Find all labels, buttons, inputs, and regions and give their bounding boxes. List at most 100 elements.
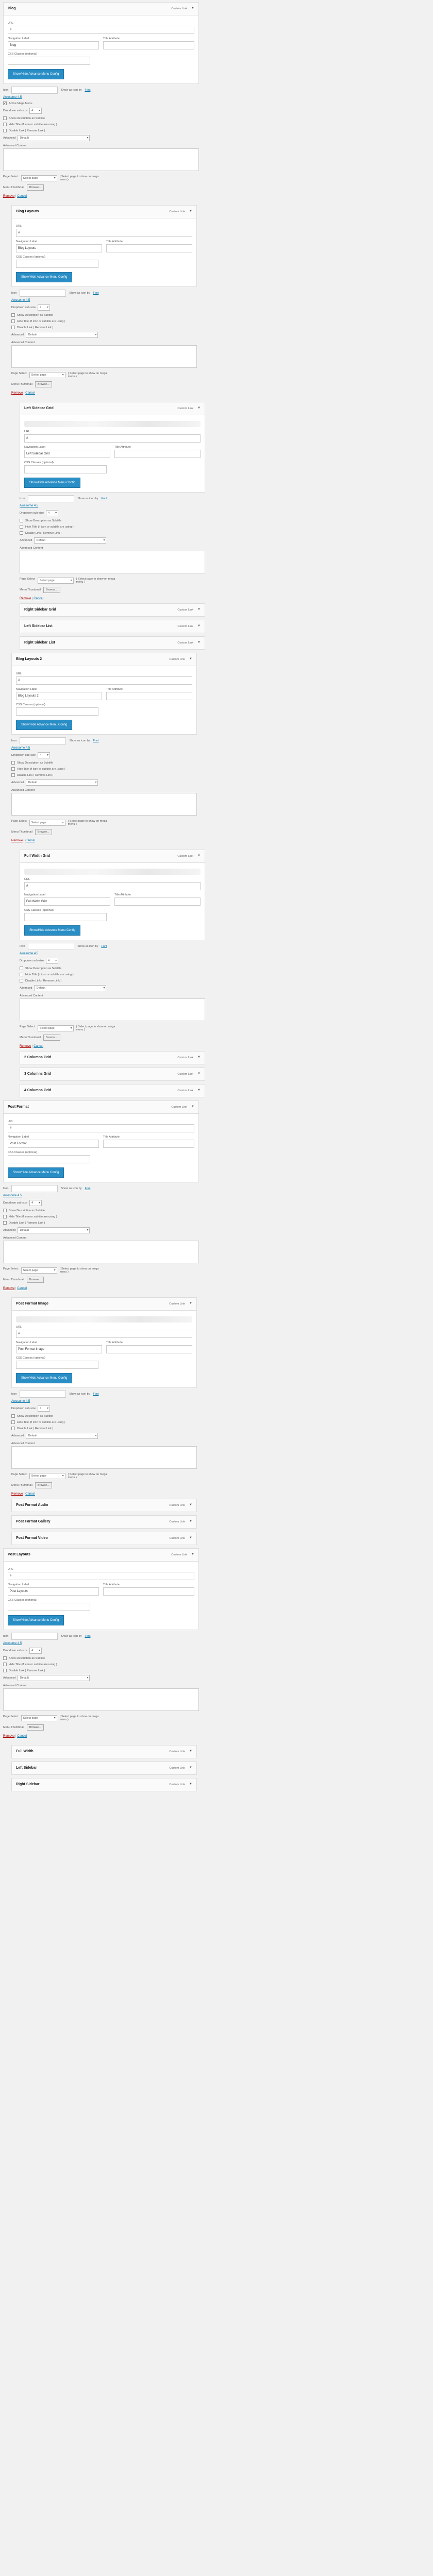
menu-item-handle[interactable]: Post Layouts Custom Link ▼	[3, 1548, 199, 1562]
url-input[interactable]: #	[16, 1330, 192, 1338]
advanced-select[interactable]: Default	[18, 1227, 90, 1233]
toggle-arrow-icon[interactable]: ▼	[189, 1536, 192, 1539]
awesome-link[interactable]: Awesome 4.5	[3, 1194, 199, 1197]
page-select-dropdown[interactable]: Select page	[37, 578, 74, 584]
show-advance-button[interactable]: Show/Hide Advance Menu Config	[24, 478, 81, 488]
title-attr-input[interactable]	[114, 897, 201, 906]
icon-input[interactable]	[28, 495, 75, 502]
show-desc-checkbox[interactable]: Show Description as Subtitle	[3, 1209, 199, 1212]
show-advance-button[interactable]: Show/Hide Advance Menu Config	[8, 1167, 64, 1178]
icon-input[interactable]	[20, 737, 66, 744]
cancel-link[interactable]: Cancel	[34, 1045, 43, 1048]
hide-title-checkbox[interactable]: Hide Title (if icon or subtitle are usin…	[11, 1420, 197, 1424]
css-classes-input[interactable]	[24, 465, 107, 473]
menu-item-handle[interactable]: 4 Columns Grid Custom Link ▼	[20, 1084, 205, 1097]
hide-title-checkbox[interactable]: Hide Title (if icon or subtitle are usin…	[20, 973, 205, 976]
icon-input[interactable]	[28, 943, 75, 950]
url-input[interactable]: #	[16, 229, 192, 237]
disable-link-checkbox[interactable]: Disable Link ( Remove Link )	[3, 1221, 199, 1225]
dropdown-sub-select[interactable]: 4	[46, 958, 59, 964]
dropdown-sub-select[interactable]: 4	[38, 752, 51, 758]
awesome-link[interactable]: Awesome 4.5	[3, 96, 199, 99]
remove-link[interactable]: Remove	[20, 597, 31, 600]
cancel-link[interactable]: Cancel	[17, 1735, 27, 1738]
cancel-link[interactable]: Cancel	[17, 195, 27, 198]
toggle-arrow-icon[interactable]: ▼	[189, 1783, 192, 1786]
advanced-content-textarea[interactable]	[11, 345, 197, 368]
font-link[interactable]: Font	[85, 1635, 90, 1638]
nav-label-input[interactable]: Post Layouts	[8, 1587, 99, 1596]
hide-title-checkbox[interactable]: Hide Title (if icon or subtitle are usin…	[3, 123, 199, 126]
nav-label-input[interactable]: Post Format	[8, 1140, 99, 1148]
active-mega-checkbox[interactable]: ✓ Active Mega Menu	[3, 101, 199, 105]
url-input[interactable]: #	[24, 434, 201, 443]
advanced-content-textarea[interactable]	[11, 1446, 197, 1469]
advanced-content-textarea[interactable]	[3, 148, 199, 171]
dropdown-sub-select[interactable]: 4	[38, 304, 51, 311]
awesome-link[interactable]: Awesome 4.5	[20, 504, 205, 507]
browse-button[interactable]: Browse...	[26, 184, 44, 191]
title-attr-input[interactable]	[103, 41, 194, 49]
page-select-dropdown[interactable]: Select page	[29, 1473, 65, 1479]
advanced-content-textarea[interactable]	[20, 998, 205, 1021]
advanced-content-textarea[interactable]	[11, 793, 197, 816]
remove-link[interactable]: Remove	[3, 195, 14, 198]
font-link[interactable]: Font	[101, 945, 107, 948]
dropdown-sub-select[interactable]: 4	[29, 108, 42, 114]
cancel-link[interactable]: Cancel	[17, 1287, 27, 1290]
awesome-link[interactable]: Awesome 4.5	[20, 952, 205, 955]
remove-link[interactable]: Remove	[11, 392, 23, 395]
url-input[interactable]: #	[8, 1572, 194, 1580]
cancel-link[interactable]: Cancel	[34, 597, 43, 600]
title-attr-input[interactable]	[103, 1140, 194, 1148]
toggle-arrow-icon[interactable]: ▼	[197, 1072, 201, 1075]
show-advance-button[interactable]: Show/Hide Advance Menu Config	[16, 1373, 73, 1383]
menu-item-handle[interactable]: 3 Columns Grid Custom Link ▼	[20, 1067, 205, 1081]
remove-link[interactable]: Remove	[3, 1735, 14, 1738]
menu-item-handle[interactable]: Full Width Grid Custom Link ▼	[20, 850, 205, 863]
nav-label-input[interactable]: Blog Layouts 2	[16, 692, 102, 700]
css-classes-input[interactable]	[16, 707, 98, 716]
hide-title-checkbox[interactable]: Hide Title (if icon or subtitle are usin…	[20, 525, 205, 529]
url-input[interactable]: #	[8, 1124, 194, 1132]
advanced-select[interactable]: Default	[18, 1675, 90, 1681]
hide-title-checkbox[interactable]: Hide Title (if icon or subtitle are usin…	[3, 1215, 199, 1218]
icon-input[interactable]	[20, 1391, 66, 1398]
show-desc-checkbox[interactable]: Show Description as Subtitle	[20, 519, 205, 522]
toggle-arrow-icon[interactable]: ▼	[197, 641, 201, 644]
font-link[interactable]: Font	[85, 1187, 90, 1190]
page-select-dropdown[interactable]: Select page	[29, 372, 65, 378]
toggle-arrow-icon[interactable]: ▼	[197, 1056, 201, 1059]
title-attr-input[interactable]	[114, 450, 201, 458]
show-advance-button[interactable]: Show/Hide Advance Menu Config	[16, 272, 73, 282]
hide-title-checkbox[interactable]: Hide Title (if icon or subtitle are usin…	[3, 1663, 199, 1666]
dropdown-sub-select[interactable]: 4	[38, 1405, 51, 1412]
css-classes-input[interactable]	[8, 1603, 90, 1611]
show-desc-checkbox[interactable]: Show Description as Subtitle	[20, 967, 205, 970]
show-advance-button[interactable]: Show/Hide Advance Menu Config	[16, 720, 73, 730]
advanced-content-textarea[interactable]	[3, 1241, 199, 1263]
nav-label-input[interactable]: Blog Layouts	[16, 244, 102, 252]
disable-link-checkbox[interactable]: Disable Link ( Remove Link )	[11, 773, 197, 777]
toggle-arrow-icon[interactable]: ▼	[197, 406, 201, 410]
show-desc-checkbox[interactable]: Show Description as Subtitle	[11, 761, 197, 765]
disable-link-checkbox[interactable]: Disable Link ( Remove Link )	[3, 129, 199, 132]
page-select-dropdown[interactable]: Select page	[21, 1715, 57, 1721]
toggle-arrow-icon[interactable]: ▼	[189, 1750, 192, 1753]
awesome-link[interactable]: Awesome 4.5	[11, 1400, 197, 1403]
toggle-arrow-icon[interactable]: ▼	[191, 1553, 194, 1556]
font-link[interactable]: Font	[93, 739, 98, 742]
dropdown-sub-select[interactable]: 4	[46, 510, 59, 516]
remove-link[interactable]: Remove	[3, 1287, 14, 1290]
cancel-link[interactable]: Cancel	[25, 392, 35, 395]
advanced-select[interactable]: Default	[18, 135, 90, 141]
remove-link[interactable]: Remove	[20, 1045, 31, 1048]
browse-button[interactable]: Browse...	[43, 587, 60, 593]
icon-input[interactable]	[11, 1185, 58, 1192]
browse-button[interactable]: Browse...	[26, 1277, 44, 1283]
remove-link[interactable]: Remove	[11, 1493, 23, 1496]
toggle-arrow-icon[interactable]: ▼	[189, 210, 192, 213]
toggle-arrow-icon[interactable]: ▼	[189, 1766, 192, 1769]
font-link[interactable]: Font	[93, 1393, 98, 1396]
remove-link[interactable]: Remove	[11, 839, 23, 842]
